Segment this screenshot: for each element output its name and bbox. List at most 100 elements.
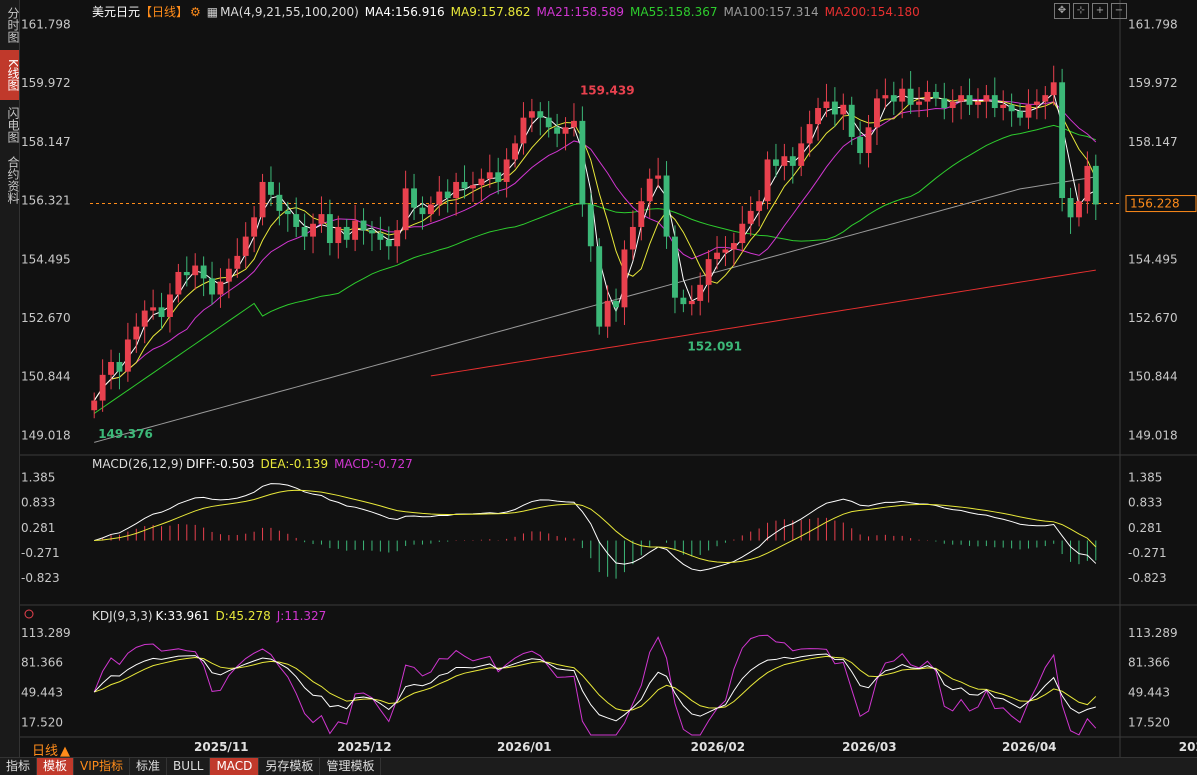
- sidebar-tab-intraday[interactable]: 分时图: [0, 0, 20, 50]
- ma55-line: [93, 124, 1096, 414]
- candle-body: [663, 175, 670, 237]
- candle-body: [1008, 104, 1015, 112]
- candle-body: [293, 214, 300, 227]
- candle-body: [722, 249, 729, 253]
- period-tag: 【日线】: [140, 5, 189, 19]
- candle-body: [343, 226, 350, 240]
- candle-body: [167, 294, 173, 317]
- candle-body: [444, 191, 451, 199]
- kdj-params[interactable]: KDJ(9,3,3): [92, 609, 153, 623]
- candle-body: [907, 88, 914, 105]
- candle-body: [192, 265, 199, 276]
- sidebar-tab-flash[interactable]: 闪电图: [0, 100, 20, 150]
- candle-body: [764, 159, 771, 202]
- candle-body: [234, 255, 241, 269]
- bottom-tab-0[interactable]: 指标: [0, 758, 38, 775]
- macd-axis-tick-left: 0.833: [21, 496, 55, 510]
- bottom-tab-4[interactable]: BULL: [167, 758, 211, 775]
- palette-icon[interactable]: ▦: [207, 5, 218, 19]
- macd-macd-value: MACD:-0.727: [334, 457, 413, 471]
- ma200-value: MA200:154.180: [824, 5, 920, 19]
- candle-body: [1017, 111, 1023, 118]
- candle-body: [865, 127, 872, 154]
- macd-params[interactable]: MACD(26,12,9): [92, 457, 183, 471]
- bottom-tab-7[interactable]: 管理模板: [320, 758, 382, 775]
- candle-body: [268, 181, 274, 195]
- candle-body: [360, 220, 367, 231]
- left-sidebar: 分时图 K线图 闪电图 合约资料: [0, 0, 20, 757]
- kdj-k-value: K:33.961: [155, 609, 210, 623]
- indicator-marker-icon: [24, 609, 34, 619]
- macd-legend: MACD(26,12,9) DIFF:-0.503 DEA:-0.139 MACD:-…: [92, 457, 419, 471]
- candle-body: [815, 108, 821, 125]
- candle-body: [478, 178, 485, 186]
- kdj-axis-tick-left: 49.443: [21, 686, 63, 700]
- bottom-tab-5[interactable]: MACD: [210, 758, 260, 775]
- candle-body: [402, 188, 409, 231]
- candle-body: [739, 223, 746, 244]
- macd-axis-tick: -0.271: [1128, 546, 1167, 560]
- candle-body: [840, 104, 847, 115]
- x-axis-date-label: 2026/05: [1179, 740, 1197, 754]
- price-axis-tick: 152.670: [1128, 311, 1178, 325]
- price-axis-tick-left: 156.321: [21, 194, 71, 208]
- chart-area[interactable]: 161.798 161.798 159.972 159.972 158.147 158.1…: [20, 0, 1197, 759]
- candle-body: [562, 127, 569, 134]
- macd-axis-tick: 1.385: [1128, 471, 1162, 485]
- kdj-axis-tick-left: 113.289: [21, 626, 71, 640]
- crosshair-icon[interactable]: ⊹: [1073, 3, 1089, 19]
- candle-body: [310, 223, 316, 237]
- candle-body: [1092, 165, 1099, 205]
- move-icon[interactable]: ✥: [1054, 3, 1070, 19]
- candle-body: [789, 156, 796, 166]
- bottom-tab-1[interactable]: 模板: [37, 758, 75, 775]
- candle-body: [1059, 82, 1066, 199]
- candle-body: [453, 181, 460, 199]
- candle-body: [680, 297, 687, 305]
- candle-body: [251, 217, 258, 237]
- sidebar-tab-contract-info[interactable]: 合约资料: [0, 150, 20, 210]
- candle-body: [419, 207, 426, 215]
- macd-axis-tick-left: 1.385: [21, 471, 55, 485]
- candle-body: [259, 181, 266, 218]
- zoom-out-icon[interactable]: −: [1111, 3, 1127, 19]
- candle-body: [958, 95, 965, 102]
- kdj-axis-tick-left: 81.366: [21, 656, 63, 670]
- bottom-tab-3[interactable]: 标准: [130, 758, 168, 775]
- zoom-in-icon[interactable]: +: [1092, 3, 1108, 19]
- candle-body: [1067, 198, 1074, 218]
- candle-body: [882, 95, 889, 99]
- x-axis-date-label: 2026/03: [842, 740, 896, 754]
- candle-body: [326, 214, 333, 244]
- gear-icon[interactable]: ⚙: [190, 5, 201, 19]
- candle-body: [773, 159, 779, 166]
- kdj-axis-tick: 49.443: [1128, 686, 1170, 700]
- candle-body: [554, 127, 561, 134]
- candle-body: [857, 136, 864, 154]
- candle-body: [284, 210, 291, 215]
- current-price-label: 156.228: [1130, 197, 1180, 211]
- candle-body: [1025, 104, 1032, 118]
- candle-body: [116, 361, 123, 372]
- candle-body: [133, 326, 140, 340]
- candle-body: [655, 175, 662, 179]
- chart-svg[interactable]: 161.798 161.798 159.972 159.972 158.147 158.1…: [20, 0, 1197, 757]
- candle-body: [200, 265, 207, 279]
- candle-body: [537, 111, 544, 118]
- candle-body: [1033, 101, 1040, 105]
- macd-axis-tick-left: 0.281: [21, 521, 55, 535]
- candle-body: [587, 204, 594, 247]
- bottom-tab-6[interactable]: 另存模板: [259, 758, 321, 775]
- macd-axis-tick: 0.281: [1128, 521, 1162, 535]
- ma-params[interactable]: MA(4,9,21,55,100,200): [220, 5, 359, 19]
- kdj-d-value: D:45.278: [215, 609, 271, 623]
- candle-body: [966, 95, 973, 105]
- sidebar-tab-kline[interactable]: K线图: [0, 50, 20, 100]
- candle-body: [276, 194, 283, 211]
- candle-body: [983, 95, 990, 102]
- bottom-tab-2[interactable]: VIP指标: [74, 758, 131, 775]
- candle-body: [225, 268, 232, 282]
- price-axis-tick-left: 154.495: [21, 252, 71, 266]
- macd-dea-value: DEA:-0.139: [260, 457, 329, 471]
- candle-body: [874, 98, 880, 128]
